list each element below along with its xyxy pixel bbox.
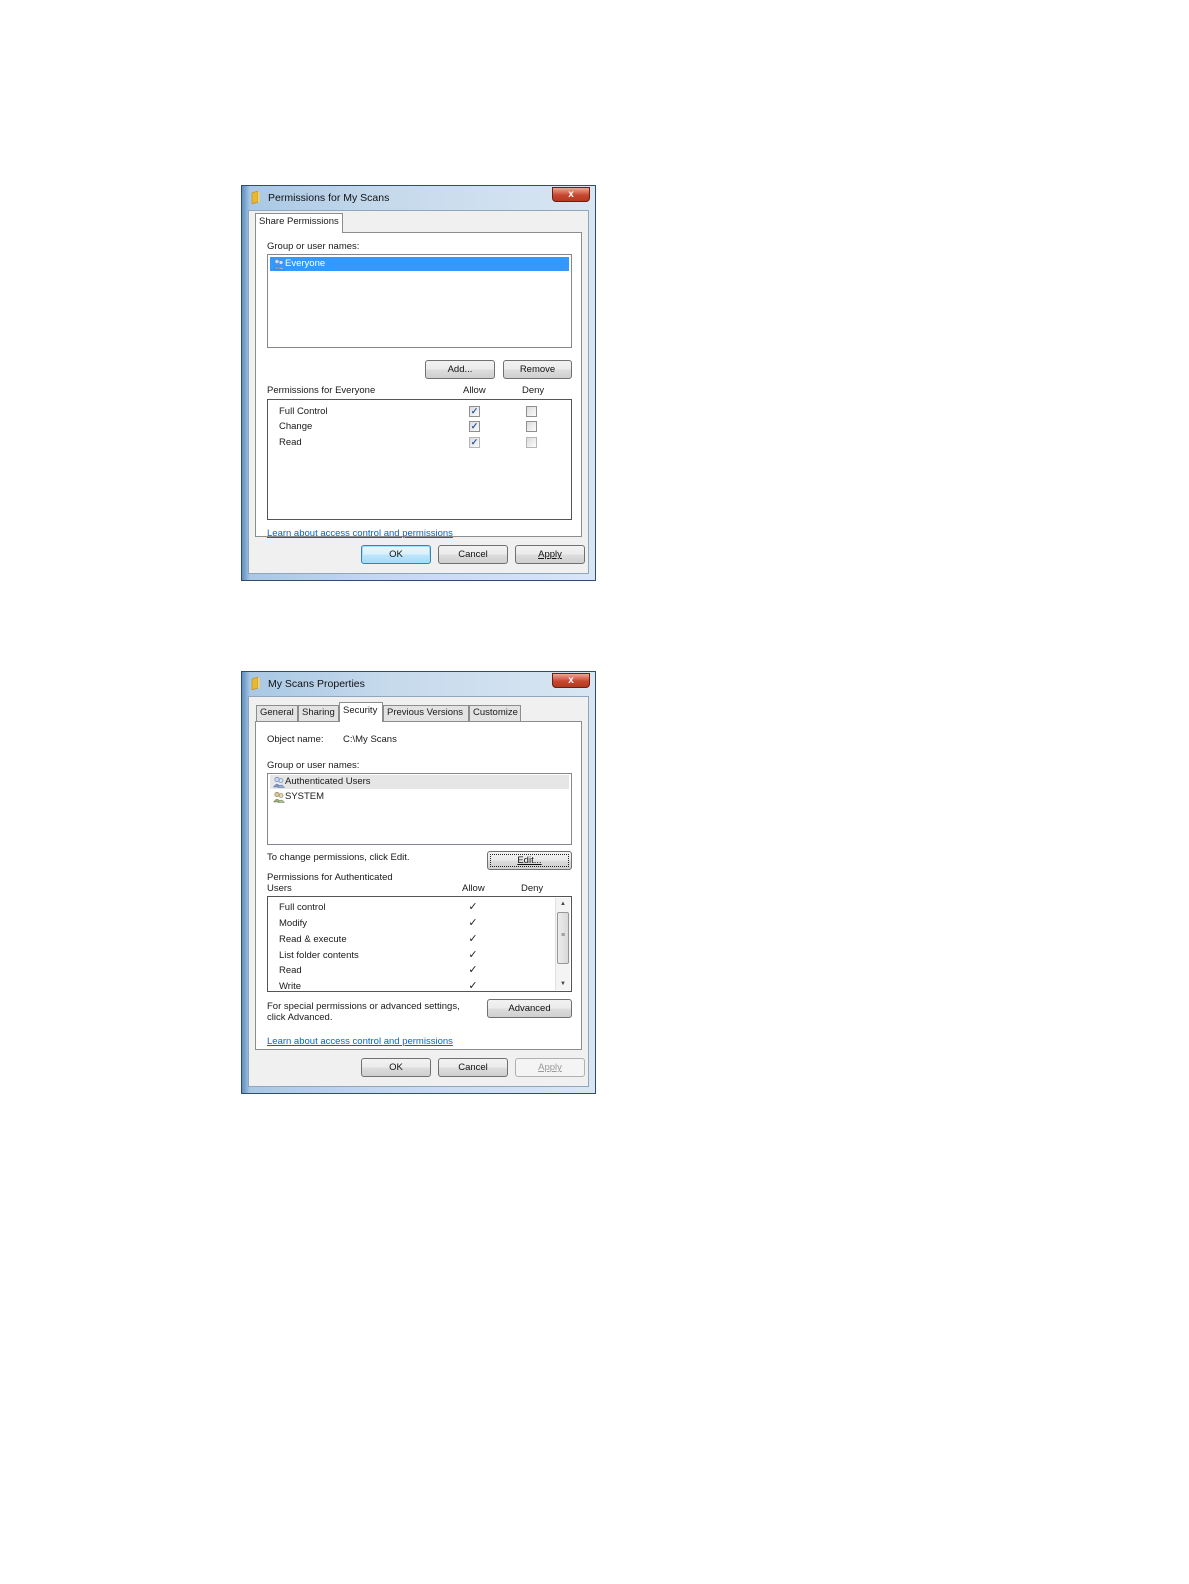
allow-checkbox[interactable]: ✓	[469, 421, 480, 432]
dialog-client-area: Share Permissions Group or user names: E…	[248, 210, 589, 574]
access-control-help-link[interactable]: Learn about access control and permissio…	[267, 1036, 453, 1047]
group-label: Group or user names:	[267, 760, 360, 771]
permissions-label: Permissions for Everyone	[267, 385, 376, 396]
properties-dialog: My Scans Properties x General Sharing Se…	[241, 671, 596, 1094]
permission-name: List folder contents	[279, 950, 359, 961]
apply-button[interactable]: Apply	[515, 1058, 585, 1077]
change-permissions-text: To change permissions, click Edit.	[267, 852, 410, 863]
user-group-icon	[273, 776, 285, 788]
deny-column-header: Deny	[521, 883, 544, 894]
allow-checkbox[interactable]: ✓	[469, 406, 480, 417]
tab-page: Object name: C:\My Scans Group or user n…	[255, 721, 582, 1050]
deny-column-header: Deny	[522, 385, 545, 396]
permissions-label: Permissions for Authenticated	[267, 872, 393, 883]
permissions-label-line2: Users	[267, 883, 292, 894]
tab-customize[interactable]: Customize	[469, 705, 521, 721]
title-bar[interactable]: My Scans Properties x	[242, 672, 595, 696]
folder-icon	[251, 191, 260, 204]
scroll-thumb[interactable]: ≡	[557, 912, 569, 964]
cancel-button[interactable]: Cancel	[438, 1058, 508, 1077]
apply-button[interactable]: Apply	[515, 545, 585, 564]
allow-column-header: Allow	[462, 883, 485, 894]
deny-checkbox[interactable]	[526, 421, 537, 432]
dialog-title: Permissions for My Scans	[268, 192, 390, 204]
tab-general[interactable]: General	[256, 705, 298, 721]
permission-name: Modify	[279, 918, 307, 929]
access-control-help-link[interactable]: Learn about access control and permissio…	[267, 528, 453, 539]
checkmark-icon: ✓	[468, 964, 478, 976]
add-user-button[interactable]: Add...	[425, 360, 495, 379]
deny-checkbox[interactable]	[526, 437, 537, 448]
dialog-title: My Scans Properties	[268, 678, 365, 690]
deny-checkbox[interactable]	[526, 406, 537, 417]
permissions-list: Full Control ✓ Change ✓ Read ✓	[267, 399, 572, 520]
permissions-scrollbar[interactable]: ▲ ≡ ▼	[555, 898, 570, 990]
advanced-button[interactable]: Advanced	[487, 999, 572, 1018]
user-name: Authenticated Users	[285, 776, 371, 787]
checkmark-icon: ✓	[468, 980, 478, 992]
grip-icon: ≡	[560, 932, 566, 939]
folder-icon	[251, 677, 260, 690]
user-group-icon	[273, 258, 285, 270]
permission-name: Read	[279, 965, 302, 976]
tab-sharing[interactable]: Sharing	[298, 705, 339, 721]
user-name: SYSTEM	[285, 791, 325, 802]
checkmark-icon: ✓	[468, 901, 478, 913]
special-permissions-text: For special permissions or advanced sett…	[267, 1001, 460, 1012]
cancel-button[interactable]: Cancel	[438, 545, 508, 564]
special-permissions-text-line2: click Advanced.	[267, 1012, 333, 1023]
user-list[interactable]: Everyone	[267, 254, 572, 348]
tab-security[interactable]: Security	[339, 702, 383, 722]
remove-user-button[interactable]: Remove	[503, 360, 572, 379]
share-permissions-dialog: Permissions for My Scans x Share Permiss…	[241, 185, 596, 581]
permissions-list: Full control ✓ Modify ✓ Read & execute ✓…	[267, 896, 572, 992]
checkmark-icon: ✓	[468, 933, 478, 945]
user-list[interactable]: Authenticated Users SYSTEM	[267, 773, 572, 845]
list-item-authenticated-users[interactable]: Authenticated Users	[270, 775, 569, 789]
close-button[interactable]: x	[552, 673, 590, 688]
tab-share-permissions[interactable]: Share Permissions	[255, 213, 343, 233]
object-name-label: Object name:	[267, 734, 324, 745]
permission-name: Full Control	[279, 406, 328, 417]
scroll-down-icon[interactable]: ▼	[556, 978, 570, 990]
list-item-everyone[interactable]: Everyone	[270, 257, 569, 271]
close-button[interactable]: x	[552, 187, 590, 202]
permission-name: Write	[279, 981, 301, 992]
ok-button[interactable]: OK	[361, 545, 431, 564]
permission-name: Full control	[279, 902, 326, 913]
list-item-system[interactable]: SYSTEM	[270, 790, 569, 804]
scroll-up-icon[interactable]: ▲	[556, 898, 570, 910]
ok-button[interactable]: OK	[361, 1058, 431, 1077]
permission-name: Read & execute	[279, 934, 347, 945]
tab-page: Group or user names: Everyone Add... Rem…	[255, 232, 582, 539]
allow-column-header: Allow	[463, 385, 486, 396]
object-name-value: C:\My Scans	[343, 734, 397, 745]
title-bar[interactable]: Permissions for My Scans x	[242, 186, 595, 210]
permission-name: Change	[279, 421, 313, 432]
checkmark-icon: ✓	[468, 949, 478, 961]
close-icon: x	[568, 189, 574, 200]
group-label: Group or user names:	[267, 241, 360, 252]
dialog-client-area: General Sharing Security Previous Versio…	[248, 696, 589, 1087]
edit-button[interactable]: Edit...	[487, 851, 572, 870]
close-icon: x	[568, 675, 574, 686]
allow-checkbox[interactable]: ✓	[469, 437, 480, 448]
tab-previous-versions[interactable]: Previous Versions	[383, 705, 469, 721]
permission-name: Read	[279, 437, 302, 448]
user-group-icon	[273, 791, 285, 803]
user-name: Everyone	[285, 258, 326, 269]
checkmark-icon: ✓	[468, 917, 478, 929]
